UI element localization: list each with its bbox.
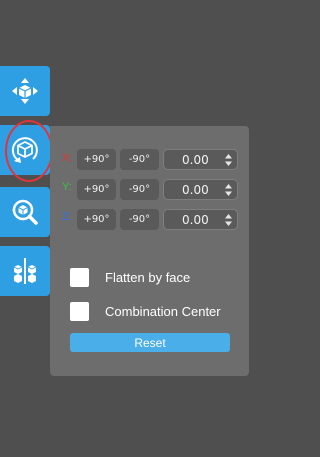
reset-button[interactable]: Reset [70, 333, 230, 352]
axis-label-z: Z: [62, 211, 72, 223]
axis-label-y: Y: [62, 181, 72, 193]
flatten-by-face-label: Flatten by face [105, 270, 191, 285]
x-rotation-input[interactable]: 0.00 [163, 149, 238, 170]
x-minus-90-button[interactable]: -90° [120, 149, 159, 170]
rotate-tool-button[interactable] [0, 125, 50, 175]
combination-center-label: Combination Center [105, 304, 221, 319]
y-rotation-input[interactable]: 0.00 [163, 179, 238, 200]
move-tool-button[interactable] [0, 66, 50, 116]
mirror-tool-button[interactable] [0, 246, 50, 296]
combination-center-checkbox[interactable] [70, 302, 89, 321]
flatten-by-face-checkbox[interactable] [70, 268, 89, 287]
z-plus-90-button[interactable]: +90° [77, 209, 116, 230]
z-rotation-input[interactable]: 0.00 [163, 209, 238, 230]
axis-label-x: X: [62, 152, 73, 164]
y-plus-90-button[interactable]: +90° [77, 179, 116, 200]
move-arrows-cube-icon [12, 78, 38, 104]
z-minus-90-button[interactable]: -90° [120, 209, 159, 230]
z-rotation-value: 0.00 [182, 213, 209, 227]
scale-magnifier-cube-icon [12, 199, 38, 225]
y-minus-90-button[interactable]: -90° [120, 179, 159, 200]
spinner-arrows-icon[interactable] [225, 213, 232, 227]
rotate-panel: X: +90° -90° 0.00 Y: +90° -90° 0.00 Z: +… [50, 126, 249, 376]
x-rotation-value: 0.00 [182, 153, 209, 167]
spinner-arrows-icon[interactable] [225, 183, 232, 197]
mirror-cubes-icon [13, 258, 37, 284]
y-rotation-value: 0.00 [182, 183, 209, 197]
x-plus-90-button[interactable]: +90° [77, 149, 116, 170]
scale-tool-button[interactable] [0, 187, 50, 237]
rotate-cube-icon [11, 137, 38, 163]
spinner-arrows-icon[interactable] [225, 153, 232, 167]
